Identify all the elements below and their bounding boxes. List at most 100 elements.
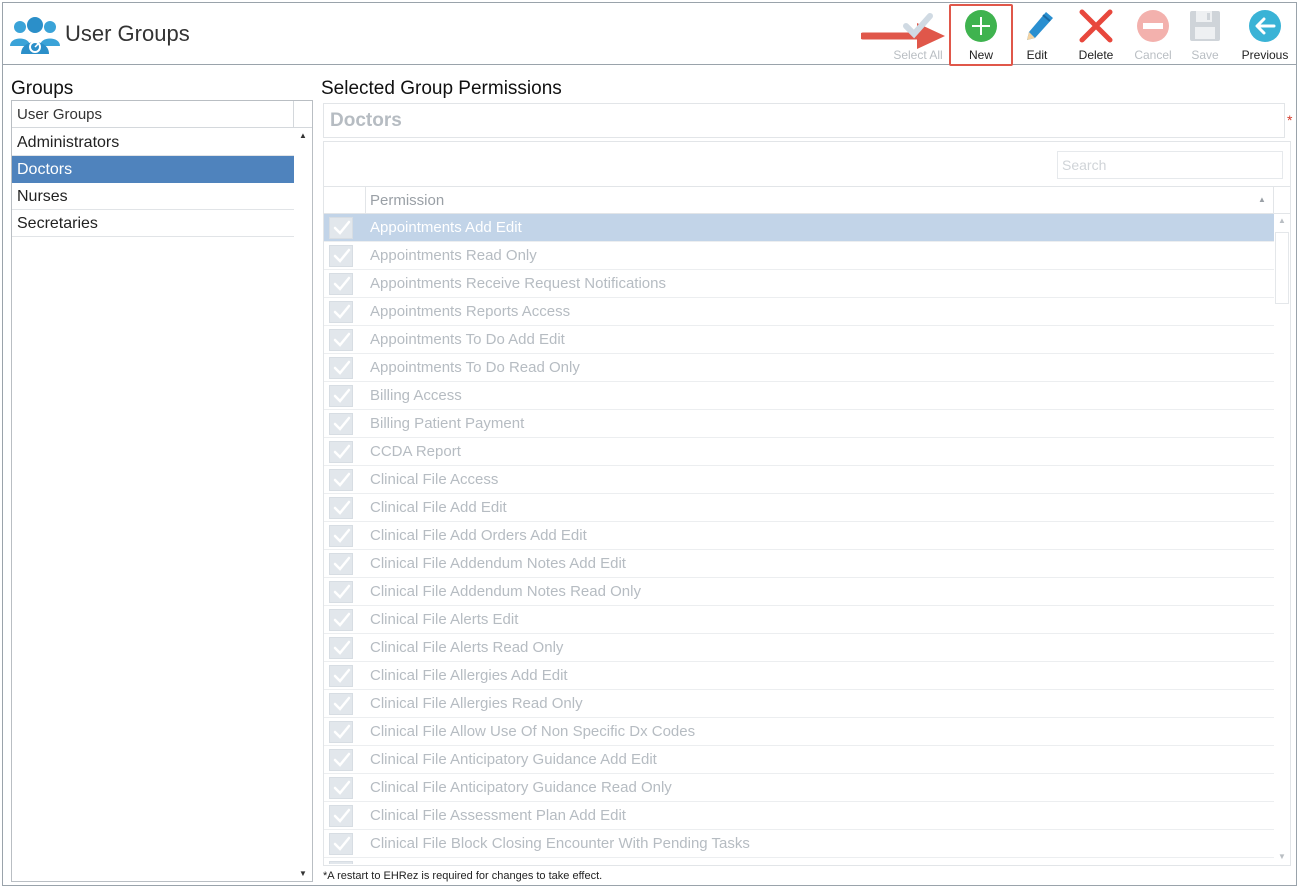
pencil-icon [1027, 12, 1053, 40]
permission-checkbox[interactable] [329, 693, 353, 715]
table-row[interactable]: Clinical File Addendum Notes Add Edit [324, 550, 1274, 578]
table-row[interactable]: Clinical File Alerts Read Only [324, 634, 1274, 662]
permission-checkbox[interactable] [329, 777, 353, 799]
table-row[interactable]: Clinical File Assessment Plan Add Edit [324, 802, 1274, 830]
checkmark-icon [333, 360, 351, 375]
minus-circle-icon [1137, 10, 1169, 42]
permission-checkbox[interactable] [329, 637, 353, 659]
table-row[interactable]: Clinical File Alerts Edit [324, 606, 1274, 634]
permission-checkbox[interactable] [329, 217, 353, 239]
permission-column-header[interactable]: Permission [370, 192, 444, 209]
permission-checkbox[interactable] [329, 273, 353, 295]
search-input[interactable]: Search [1057, 151, 1283, 179]
table-row[interactable]: Appointments Reports Access [324, 298, 1274, 326]
checkmark-icon [333, 304, 351, 319]
table-row[interactable]: Clinical File Anticipatory Guidance Read… [324, 774, 1274, 802]
checkmark-icon [333, 416, 351, 431]
scroll-down-icon[interactable]: ▼ [1278, 852, 1286, 861]
permission-checkbox[interactable] [329, 581, 353, 603]
permission-checkbox[interactable] [329, 497, 353, 519]
delete-button[interactable]: Delete [1068, 5, 1124, 63]
user-groups-window: User Groups Select All New Edit Delete C… [2, 2, 1297, 886]
permission-label: Clinical File Alerts Edit [370, 611, 519, 628]
select-all-label: Select All [893, 48, 943, 62]
group-item[interactable]: Administrators [12, 129, 294, 156]
permission-checkbox[interactable] [329, 329, 353, 351]
group-item[interactable]: Nurses [12, 183, 294, 210]
permission-label: Clinical File Block Closing Encounter Wi… [370, 835, 750, 852]
header-bar: User Groups Select All New Edit Delete C… [3, 3, 1296, 66]
table-row[interactable]: Clinical File Anticipatory Guidance Add … [324, 746, 1274, 774]
cancel-button[interactable]: Cancel [1125, 5, 1181, 63]
permission-label: Clinical File Allow Use Of Non Specific … [370, 723, 696, 740]
scroll-up-icon[interactable]: ▲ [299, 131, 307, 140]
table-row[interactable]: CCDA Report [324, 438, 1274, 466]
table-row[interactable]: Clinical File Allergies Read Only [324, 690, 1274, 718]
sort-ascending-icon[interactable]: ▲ [1258, 195, 1266, 204]
permission-label: Appointments Read Only [370, 247, 537, 264]
permission-checkbox[interactable] [329, 609, 353, 631]
permission-rows: Appointments Add Edit Appointments Read O… [324, 214, 1274, 864]
group-item[interactable]: Secretaries [12, 210, 294, 237]
scroll-down-icon[interactable]: ▼ [299, 869, 307, 878]
permission-checkbox[interactable] [329, 245, 353, 267]
table-row[interactable]: Appointments Receive Request Notificatio… [324, 270, 1274, 298]
permission-label: Clinical File Allergies Read Only [370, 695, 583, 712]
permission-checkbox[interactable] [329, 861, 353, 864]
permission-checkbox[interactable] [329, 441, 353, 463]
permission-label: Clinical File Assessment Plan Add Edit [370, 807, 626, 824]
checkmark-icon [333, 472, 351, 487]
select-all-button[interactable]: Select All [889, 5, 947, 63]
table-row[interactable]: Clinical File Block Closing Encounter Wi… [324, 830, 1274, 858]
table-row[interactable] [324, 858, 1274, 864]
checkmark-icon [333, 808, 351, 823]
permission-label: Billing Access [370, 387, 462, 404]
checkmark-icon [333, 556, 351, 571]
groups-scrollbar[interactable]: ▲ ▼ [295, 129, 312, 881]
group-item[interactable]: Doctors [12, 156, 294, 183]
group-name-field[interactable]: Doctors [323, 103, 1285, 138]
previous-button[interactable]: Previous [1235, 5, 1295, 63]
permission-label: Appointments To Do Add Edit [370, 331, 565, 348]
scrollbar-thumb[interactable] [1275, 232, 1289, 304]
save-label: Save [1191, 48, 1219, 62]
select-all-icon [903, 13, 933, 39]
table-row[interactable]: Clinical File Add Edit [324, 494, 1274, 522]
permission-checkbox[interactable] [329, 469, 353, 491]
checkmark-icon [333, 500, 351, 515]
table-row[interactable]: Billing Access [324, 382, 1274, 410]
table-row[interactable]: Billing Patient Payment [324, 410, 1274, 438]
permission-label: CCDA Report [370, 443, 461, 460]
permission-checkbox[interactable] [329, 385, 353, 407]
permission-checkbox[interactable] [329, 301, 353, 323]
permission-checkbox[interactable] [329, 357, 353, 379]
grid-column-header: Permission ▲ [324, 187, 1290, 214]
edit-button[interactable]: Edit [1011, 5, 1063, 63]
table-row[interactable]: Clinical File Addendum Notes Read Only [324, 578, 1274, 606]
checkbox-column-header[interactable] [324, 187, 366, 213]
table-row[interactable]: Clinical File Allergies Add Edit [324, 662, 1274, 690]
table-row[interactable]: Appointments To Do Add Edit [324, 326, 1274, 354]
permission-checkbox[interactable] [329, 805, 353, 827]
permission-checkbox[interactable] [329, 553, 353, 575]
scroll-up-icon[interactable]: ▲ [1278, 216, 1286, 225]
permission-checkbox[interactable] [329, 413, 353, 435]
table-row[interactable]: Clinical File Allow Use Of Non Specific … [324, 718, 1274, 746]
table-row[interactable]: Clinical File Add Orders Add Edit [324, 522, 1274, 550]
permission-checkbox[interactable] [329, 665, 353, 687]
user-group-icon [10, 17, 60, 54]
checkmark-icon [333, 640, 351, 655]
table-row[interactable]: Clinical File Access [324, 466, 1274, 494]
permission-checkbox[interactable] [329, 833, 353, 855]
table-row[interactable]: Appointments Read Only [324, 242, 1274, 270]
groups-column-header[interactable]: User Groups [12, 101, 294, 128]
new-button[interactable]: New [953, 5, 1009, 63]
save-button[interactable]: Save [1179, 5, 1231, 63]
table-row[interactable]: Appointments To Do Read Only [324, 354, 1274, 382]
permission-checkbox[interactable] [329, 525, 353, 547]
table-row[interactable]: Appointments Add Edit [324, 214, 1274, 242]
permission-checkbox[interactable] [329, 749, 353, 771]
permissions-scrollbar[interactable]: ▲ ▼ [1274, 214, 1290, 865]
permission-label: Clinical File Addendum Notes Add Edit [370, 555, 626, 572]
permission-checkbox[interactable] [329, 721, 353, 743]
